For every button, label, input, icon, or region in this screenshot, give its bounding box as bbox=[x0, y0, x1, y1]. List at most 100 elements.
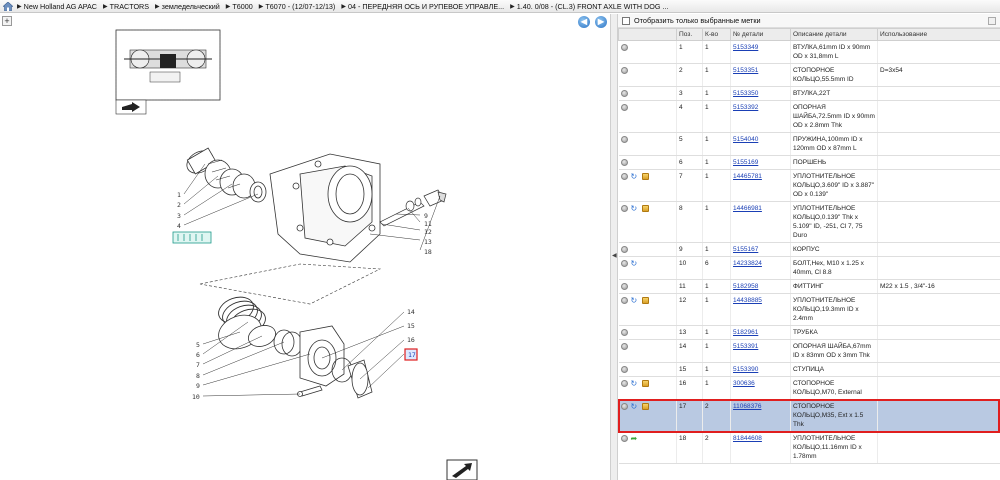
info-icon[interactable] bbox=[620, 259, 628, 267]
info-icon[interactable] bbox=[620, 135, 628, 143]
callout-highlight-top[interactable] bbox=[172, 231, 212, 244]
info-icon[interactable] bbox=[620, 66, 628, 74]
table-row[interactable]: 13 1 5182961 ТРУБКА bbox=[618, 325, 1000, 340]
exchange-icon[interactable]: ↻ bbox=[631, 259, 639, 267]
row-part-number[interactable]: 5154040 bbox=[730, 132, 791, 156]
info-icon[interactable] bbox=[620, 43, 628, 51]
breadcrumb-item[interactable]: ▶ New Holland AG APAC bbox=[17, 2, 97, 11]
part-number-link[interactable]: 5153349 bbox=[733, 44, 758, 51]
info-icon[interactable] bbox=[620, 328, 628, 336]
info-icon[interactable] bbox=[620, 282, 628, 290]
row-part-number[interactable]: 14465781 bbox=[730, 169, 791, 202]
table-row[interactable]: 4 1 5153392 ОПОРНАЯ ШАЙБА,72.5mm ID x 90mm … bbox=[618, 100, 1000, 133]
row-part-number[interactable]: 14233824 bbox=[730, 256, 791, 280]
table-row[interactable]: 9 1 5155167 КОРПУС bbox=[618, 242, 1000, 257]
part-number-link[interactable]: 5153350 bbox=[733, 90, 758, 97]
row-part-number[interactable]: 14466981 bbox=[730, 201, 791, 243]
breadcrumb-item[interactable]: ▶ 1.40. 0/08 - (CL.3) FRONT AXLE WITH DOG… bbox=[510, 2, 668, 11]
info-icon[interactable] bbox=[620, 245, 628, 253]
info-icon[interactable] bbox=[620, 379, 628, 387]
row-part-number[interactable]: 5153350 bbox=[730, 86, 791, 101]
info-icon[interactable] bbox=[620, 172, 628, 180]
options-icon[interactable] bbox=[988, 17, 996, 25]
part-number-link[interactable]: 14233824 bbox=[733, 260, 762, 267]
exchange-icon[interactable]: ↻ bbox=[631, 204, 639, 212]
thumbnail-preview[interactable] bbox=[115, 29, 221, 115]
col-usage[interactable]: Использование bbox=[877, 28, 1000, 41]
chevron-left-icon[interactable]: ◀ bbox=[612, 252, 617, 260]
callout-highlight-bottom[interactable]: 17 bbox=[404, 348, 418, 361]
part-number-link[interactable]: 81844608 bbox=[733, 435, 762, 442]
col-description[interactable]: Описание детали bbox=[790, 28, 878, 41]
part-number-link[interactable]: 5153391 bbox=[733, 343, 758, 350]
package-icon[interactable] bbox=[641, 172, 649, 180]
row-part-number[interactable]: 5153351 bbox=[730, 63, 791, 87]
breadcrumb-item[interactable]: ▶ TRACTORS bbox=[103, 2, 149, 11]
breadcrumb-item[interactable]: ▶ T6070 - (12/07-12/13) bbox=[259, 2, 336, 11]
row-part-number[interactable]: 11068376 bbox=[730, 399, 791, 432]
part-number-link[interactable]: 300636 bbox=[733, 380, 755, 387]
part-number-link[interactable]: 14466981 bbox=[733, 205, 762, 212]
part-number-link[interactable]: 5153392 bbox=[733, 104, 758, 111]
table-row[interactable]: ➦ 18 2 81844608 УПЛОТНИТЕЛЬНОЕ КОЛЬЦО,11.16m… bbox=[618, 431, 1000, 464]
table-row[interactable]: ↻ 10 6 14233824 БОЛТ,Hex, M10 x 1.25 x 40mm,… bbox=[618, 256, 1000, 280]
part-number-link[interactable]: 5182961 bbox=[733, 329, 758, 336]
info-icon[interactable] bbox=[620, 158, 628, 166]
package-icon[interactable] bbox=[641, 296, 649, 304]
table-row[interactable]: ↻ 12 1 14438885 УПЛОТНИТЕЛЬНОЕ КОЛЬЦО,19.3mm… bbox=[618, 293, 1000, 326]
part-number-link[interactable]: 5155167 bbox=[733, 246, 758, 253]
row-part-number[interactable]: 5153390 bbox=[730, 362, 791, 377]
col-pos[interactable]: Поз. bbox=[676, 28, 703, 41]
table-row[interactable]: 1 1 5153349 ВТУЛКА,61mm ID x 90mm OD x 31,8… bbox=[618, 40, 1000, 64]
home-icon[interactable] bbox=[3, 1, 13, 11]
package-icon[interactable] bbox=[641, 204, 649, 212]
table-row[interactable]: 5 1 5154040 ПРУЖИНА,100mm ID x 120mm OD x 8… bbox=[618, 132, 1000, 156]
package-icon[interactable] bbox=[641, 379, 649, 387]
part-number-link[interactable]: 11068376 bbox=[733, 403, 761, 410]
row-part-number[interactable]: 5153349 bbox=[730, 40, 791, 64]
pane-splitter[interactable]: ◀ bbox=[610, 14, 618, 480]
table-row[interactable]: 11 1 5182958 ФИТТИНГ M22 x 1.5 , 3/4"-16 bbox=[618, 279, 1000, 294]
breadcrumb-item[interactable]: ▶ T6000 bbox=[226, 2, 253, 11]
table-row[interactable]: ↻ 7 1 14465781 УПЛОТНИТЕЛЬНОЕ КОЛЬЦО,3.609" … bbox=[618, 169, 1000, 202]
table-row[interactable]: 3 1 5153350 ВТУЛКА,22T bbox=[618, 86, 1000, 101]
row-part-number[interactable]: 14438885 bbox=[730, 293, 791, 326]
filter-checkbox[interactable] bbox=[622, 16, 630, 25]
part-number-link[interactable]: 5153351 bbox=[733, 67, 758, 74]
table-row[interactable]: 15 1 5153390 СТУПИЦА bbox=[618, 362, 1000, 377]
table-row[interactable]: 14 1 5153391 ОПОРНАЯ ШАЙБА,67mm ID x 83mm O… bbox=[618, 339, 1000, 363]
info-icon[interactable] bbox=[620, 365, 628, 373]
info-icon[interactable] bbox=[620, 342, 628, 350]
part-number-link[interactable]: 5154040 bbox=[733, 136, 758, 143]
exchange-icon[interactable]: ↻ bbox=[631, 172, 639, 180]
part-number-link[interactable]: 14465781 bbox=[733, 173, 762, 180]
col-qty[interactable]: К-во bbox=[702, 28, 731, 41]
row-part-number[interactable]: 5155169 bbox=[730, 155, 791, 170]
info-icon[interactable] bbox=[620, 103, 628, 111]
breadcrumb-item[interactable]: ▶ земледельческий bbox=[155, 2, 220, 11]
table-row[interactable]: ↻ 17 2 11068376 СТОПОРНОЕ КОЛЬЦО,M35, Ext x … bbox=[618, 399, 1000, 432]
col-part-number[interactable]: № детали bbox=[730, 28, 791, 41]
info-icon[interactable] bbox=[620, 434, 628, 442]
table-row[interactable]: ↻ 16 1 300636 СТОПОРНОЕ КОЛЬЦО,M70, External bbox=[618, 376, 1000, 400]
row-part-number[interactable]: 5155167 bbox=[730, 242, 791, 257]
replacement-arrow-icon[interactable]: ➦ bbox=[631, 434, 640, 442]
row-part-number[interactable]: 5153392 bbox=[730, 100, 791, 133]
part-number-link[interactable]: 5155169 bbox=[733, 159, 758, 166]
row-part-number[interactable]: 81844608 bbox=[730, 431, 791, 464]
part-number-link[interactable]: 5182958 bbox=[733, 283, 758, 290]
exchange-icon[interactable]: ↻ bbox=[631, 379, 639, 387]
table-row[interactable]: 6 1 5155169 ПОРШЕНЬ bbox=[618, 155, 1000, 170]
row-part-number[interactable]: 5153391 bbox=[730, 339, 791, 363]
package-icon[interactable] bbox=[641, 402, 649, 410]
info-icon[interactable] bbox=[620, 296, 628, 304]
row-part-number[interactable]: 5182961 bbox=[730, 325, 791, 340]
part-number-link[interactable]: 5153390 bbox=[733, 366, 758, 373]
info-icon[interactable] bbox=[620, 402, 628, 410]
info-icon[interactable] bbox=[620, 204, 628, 212]
info-icon[interactable] bbox=[620, 89, 628, 97]
exchange-icon[interactable]: ↻ bbox=[631, 402, 639, 410]
table-row[interactable]: ↻ 8 1 14466981 УПЛОТНИТЕЛЬНОЕ КОЛЬЦО,0.139" … bbox=[618, 201, 1000, 243]
next-page-icon[interactable] bbox=[446, 459, 478, 480]
row-part-number[interactable]: 5182958 bbox=[730, 279, 791, 294]
